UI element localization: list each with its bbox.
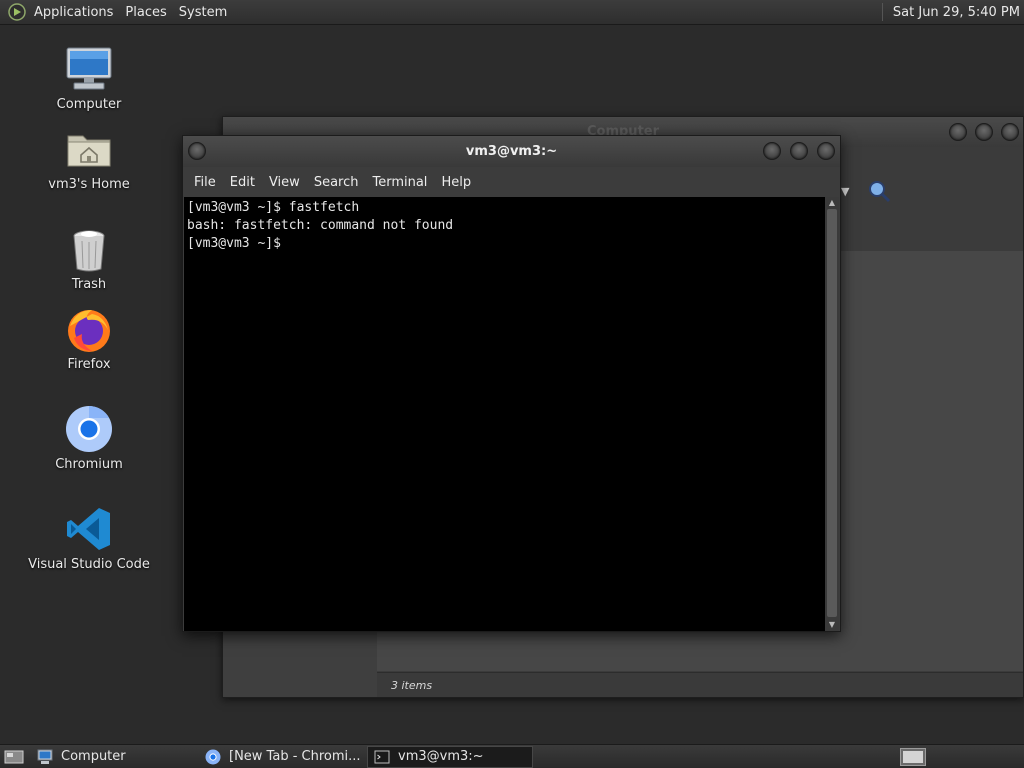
- distro-logo-icon[interactable]: [8, 3, 26, 21]
- taskbar-item-chromium[interactable]: [New Tab - Chromi...: [199, 746, 365, 768]
- file-manager-statusbar: 3 items: [377, 672, 1023, 697]
- menu-help[interactable]: Help: [434, 175, 478, 190]
- terminal-titlebar[interactable]: vm3@vm3:~: [183, 136, 840, 167]
- scroll-up-icon[interactable]: ▲: [825, 197, 839, 209]
- terminal-line: bash: fastfetch: command not found: [187, 218, 454, 233]
- maximize-button[interactable]: [790, 142, 808, 160]
- clock-label: Sat Jun 29, 5:40 PM: [892, 4, 1020, 20]
- home-folder-icon: [64, 124, 114, 174]
- desktop-icon-label: Trash: [71, 277, 107, 292]
- taskbar-item-label: [New Tab - Chromi...: [229, 749, 361, 764]
- taskbar-item-label: Computer: [61, 749, 126, 764]
- main-menu: Applications Places System: [0, 0, 233, 24]
- trash-icon: [64, 224, 114, 274]
- terminal-icon: [374, 750, 390, 763]
- desktop-icon-computer[interactable]: Computer: [24, 44, 154, 112]
- dropdown-arrow-icon[interactable]: ▼: [841, 185, 849, 198]
- close-button[interactable]: [817, 142, 835, 160]
- terminal-menubar: File Edit View Search Terminal Help: [183, 167, 840, 197]
- menu-terminal[interactable]: Terminal: [365, 175, 434, 190]
- taskbar-item-label: vm3@vm3:~: [398, 749, 484, 764]
- window-controls: [949, 123, 1019, 141]
- scroll-down-icon[interactable]: ▼: [825, 619, 839, 631]
- desktop-icon-home[interactable]: vm3's Home: [24, 124, 154, 192]
- applications-menu[interactable]: Applications: [28, 0, 119, 24]
- menu-view[interactable]: View: [262, 175, 307, 190]
- workspace-switcher[interactable]: [900, 748, 926, 766]
- show-desktop-icon: [4, 750, 24, 763]
- computer-icon: [37, 749, 53, 764]
- terminal-window[interactable]: vm3@vm3:~ File Edit View Search Terminal…: [182, 135, 841, 632]
- close-button[interactable]: [1001, 123, 1019, 141]
- terminal-output[interactable]: [vm3@vm3 ~]$ fastfetch bash: fastfetch: …: [184, 197, 827, 631]
- minimize-button[interactable]: [763, 142, 781, 160]
- scrollbar-thumb[interactable]: [827, 209, 837, 617]
- firefox-icon: [64, 304, 114, 354]
- minimize-button[interactable]: [949, 123, 967, 141]
- desktop-icon-chromium[interactable]: Chromium: [24, 404, 154, 472]
- desktop-icon-vscode[interactable]: Visual Studio Code: [24, 504, 154, 572]
- terminal-line: [vm3@vm3 ~]$: [187, 236, 289, 251]
- desktop-icon-label: Computer: [56, 97, 122, 112]
- menu-file[interactable]: File: [187, 175, 223, 190]
- computer-icon: [64, 44, 114, 94]
- places-menu[interactable]: Places: [119, 0, 172, 24]
- clock[interactable]: Sat Jun 29, 5:40 PM: [881, 0, 1024, 24]
- bottom-panel: Computer [New Tab - Chromi... vm3@vm3:~: [0, 744, 1024, 768]
- taskbar-item-terminal[interactable]: vm3@vm3:~: [367, 745, 533, 768]
- desktop-icon-label: Chromium: [55, 457, 123, 472]
- maximize-button[interactable]: [975, 123, 993, 141]
- menu-search[interactable]: Search: [307, 175, 366, 190]
- desktop-icon-label: vm3's Home: [48, 177, 130, 192]
- chromium-icon: [64, 404, 114, 454]
- show-desktop-button[interactable]: [3, 747, 25, 767]
- panel-separator: [881, 3, 883, 21]
- desktop-icon-label: Firefox: [67, 357, 111, 372]
- taskbar-item-computer[interactable]: Computer: [31, 746, 197, 768]
- chromium-icon: [205, 749, 221, 764]
- search-icon[interactable]: [867, 179, 891, 203]
- top-panel: Applications Places System Sat Jun 29, 5…: [0, 0, 1024, 25]
- window-menu-button[interactable]: [188, 142, 206, 160]
- desktop-icon-firefox[interactable]: Firefox: [24, 304, 154, 372]
- terminal-line: [vm3@vm3 ~]$ fastfetch: [187, 200, 360, 215]
- system-menu[interactable]: System: [173, 0, 233, 24]
- desktop-icon-trash[interactable]: Trash: [24, 224, 154, 292]
- desktop-icon-label: Visual Studio Code: [28, 557, 150, 572]
- vscode-icon: [64, 504, 114, 554]
- terminal-scrollbar[interactable]: ▲ ▼: [825, 197, 839, 631]
- menu-edit[interactable]: Edit: [223, 175, 262, 190]
- file-manager-toolbar: ▼: [841, 179, 891, 203]
- terminal-title: vm3@vm3:~: [465, 144, 558, 159]
- window-controls: [763, 142, 835, 160]
